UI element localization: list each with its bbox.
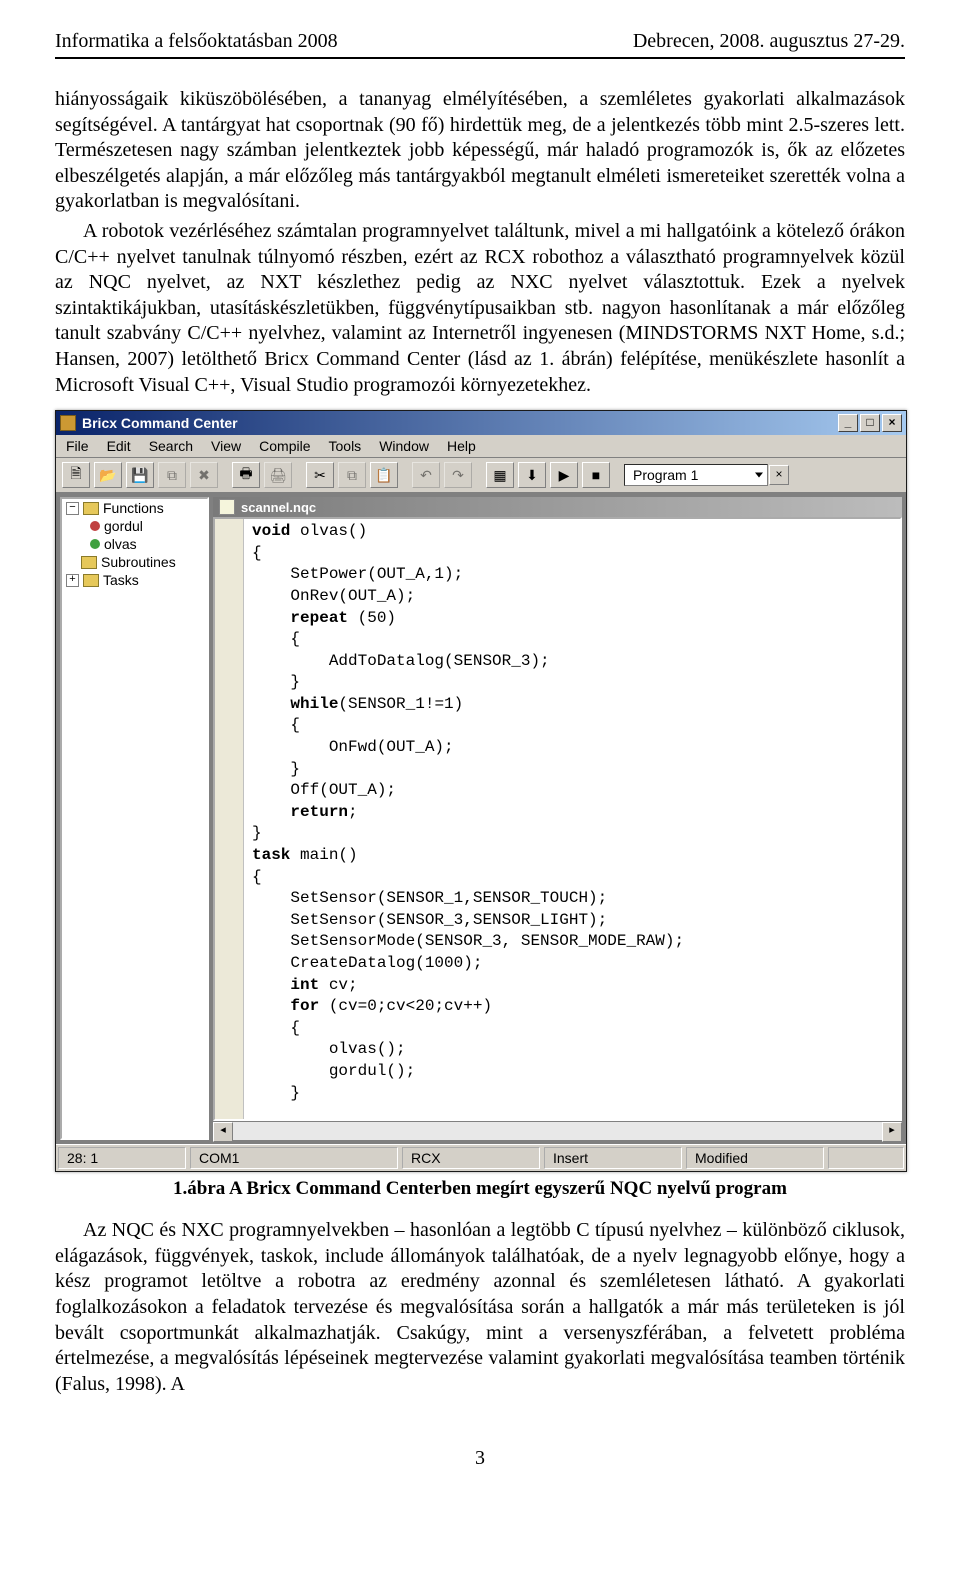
function-icon	[90, 521, 100, 531]
folder-icon	[83, 574, 99, 587]
status-filler	[828, 1147, 904, 1169]
function-icon	[90, 539, 100, 549]
gutter	[215, 519, 244, 1119]
folder-icon	[81, 556, 97, 569]
minimize-button[interactable]: _	[838, 414, 858, 432]
toolbar: 🗎 📂 💾 ⧉ ✖ 🖶 🖨 ✂ ⧉ 📋 ↶ ↷ ▦ ⬇ ▶ ■ Program …	[56, 458, 906, 493]
maximize-button[interactable]: □	[860, 414, 880, 432]
status-port: COM1	[190, 1147, 398, 1169]
cut-button[interactable]: ✂	[306, 462, 334, 488]
scroll-left-button[interactable]: ◂	[213, 1122, 233, 1142]
horizontal-scrollbar[interactable]: ◂ ▸	[213, 1121, 902, 1140]
header-rule	[55, 57, 905, 59]
header-left: Informatika a felsőoktatásban 2008	[55, 30, 338, 53]
new-button[interactable]: 🗎	[62, 462, 90, 488]
tree-item-gordul[interactable]: gordul	[62, 517, 207, 535]
tree-label-subroutines: Subroutines	[101, 554, 176, 570]
compile-button[interactable]: ▦	[486, 462, 514, 488]
menu-help[interactable]: Help	[447, 438, 476, 454]
tree-subroutines[interactable]: Subroutines	[62, 553, 207, 571]
app-icon	[60, 415, 76, 431]
window-title: Bricx Command Center	[82, 415, 238, 431]
menu-compile[interactable]: Compile	[259, 438, 310, 454]
editor-window: scannel.nqc void olvas() { SetPower(OUT_…	[213, 497, 902, 1140]
page-header: Informatika a felsőoktatásban 2008 Debre…	[55, 30, 905, 53]
status-cursor: 28: 1	[58, 1147, 186, 1169]
print-preview-button[interactable]: 🖶	[232, 462, 260, 488]
menu-window[interactable]: Window	[379, 438, 429, 454]
program-selector-label: Program 1	[633, 467, 698, 483]
tree-item-olvas[interactable]: olvas	[62, 535, 207, 553]
tree-item-label: olvas	[104, 536, 137, 552]
tree-tasks[interactable]: + Tasks	[62, 571, 207, 589]
program-close-button[interactable]: ×	[769, 465, 789, 485]
figure-caption: 1.ábra A Bricx Command Centerben megírt …	[55, 1178, 905, 1200]
status-target: RCX	[402, 1147, 540, 1169]
code-editor[interactable]: void olvas() { SetPower(OUT_A,1); OnRev(…	[213, 517, 902, 1121]
status-mode: Insert	[544, 1147, 682, 1169]
code-explorer[interactable]: − Functions gordul olvas Subroutines	[60, 497, 209, 1140]
statusbar: 28: 1 COM1 RCX Insert Modified	[56, 1144, 906, 1171]
status-state: Modified	[686, 1147, 824, 1169]
paste-button[interactable]: 📋	[370, 462, 398, 488]
copy-button[interactable]: ⧉	[338, 462, 366, 488]
tree-label-tasks: Tasks	[103, 572, 139, 588]
header-right: Debrecen, 2008. augusztus 27-29.	[633, 30, 905, 53]
print-button[interactable]: 🖨	[264, 462, 292, 488]
editor-filename: scannel.nqc	[241, 500, 316, 515]
tree-functions[interactable]: − Functions	[62, 499, 207, 517]
close-doc-button[interactable]: ✖	[190, 462, 218, 488]
body-paragraph-3: Az NQC és NXC programnyelvekben – hasonl…	[55, 1218, 905, 1397]
scroll-right-button[interactable]: ▸	[882, 1122, 902, 1142]
save-button[interactable]: 💾	[126, 462, 154, 488]
editor-titlebar[interactable]: scannel.nqc	[213, 497, 902, 517]
folder-icon	[83, 502, 99, 515]
document-icon	[219, 499, 235, 515]
page-number: 3	[55, 1447, 905, 1470]
menu-tools[interactable]: Tools	[329, 438, 362, 454]
saveall-button[interactable]: ⧉	[158, 462, 186, 488]
run-button[interactable]: ▶	[550, 462, 578, 488]
undo-button[interactable]: ↶	[412, 462, 440, 488]
body-paragraph-2: A robotok vezérléséhez számtalan program…	[55, 219, 905, 398]
menu-edit[interactable]: Edit	[107, 438, 131, 454]
close-button[interactable]: ×	[882, 414, 902, 432]
body-paragraph-1: hiányosságaik kiküszöbölésében, a tanany…	[55, 87, 905, 215]
menu-view[interactable]: View	[211, 438, 241, 454]
menu-file[interactable]: File	[66, 438, 89, 454]
open-button[interactable]: 📂	[94, 462, 122, 488]
tree-item-label: gordul	[104, 518, 143, 534]
tree-label-functions: Functions	[103, 500, 164, 516]
titlebar[interactable]: Bricx Command Center _ □ ×	[56, 411, 906, 435]
download-button[interactable]: ⬇	[518, 462, 546, 488]
program-selector[interactable]: Program 1 ×	[624, 464, 768, 486]
bricx-window: Bricx Command Center _ □ × File Edit Sea…	[55, 410, 907, 1172]
redo-button[interactable]: ↷	[444, 462, 472, 488]
source-code[interactable]: void olvas() { SetPower(OUT_A,1); OnRev(…	[244, 519, 692, 1119]
menu-search[interactable]: Search	[149, 438, 193, 454]
stop-button[interactable]: ■	[582, 462, 610, 488]
menubar: File Edit Search View Compile Tools Wind…	[56, 435, 906, 458]
